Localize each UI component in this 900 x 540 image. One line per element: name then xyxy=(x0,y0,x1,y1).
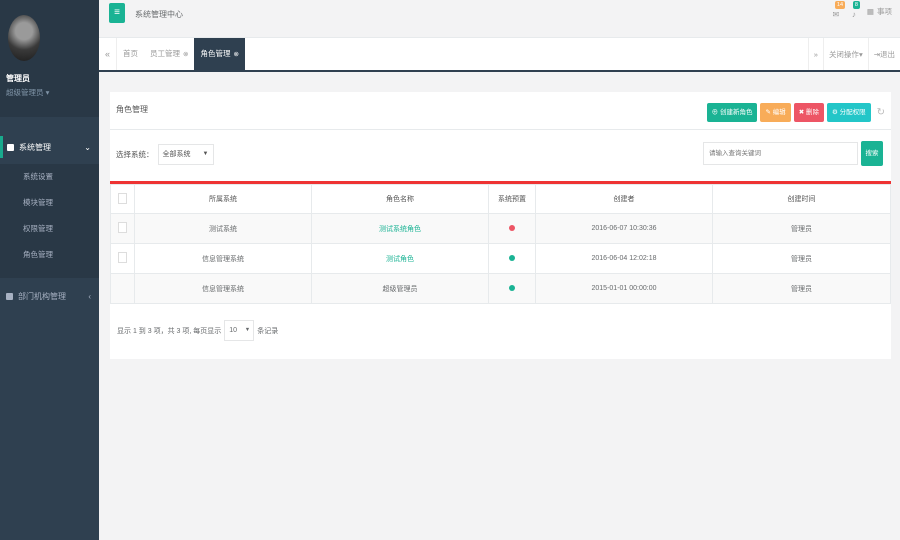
pager-summary: 显示 1 到 3 项，共 3 项, 每页显示 xyxy=(117,327,222,335)
page-size-select[interactable]: 10 ▼ xyxy=(224,320,255,341)
assign-permissions-button[interactable]: ⚙ 分配权限 xyxy=(826,103,871,122)
nav-group-system[interactable]: 系统管理 ⌄ xyxy=(0,136,99,158)
nav-group-departments[interactable]: 部门机构管理 ‹ xyxy=(0,285,99,307)
refresh-icon[interactable]: ↻ xyxy=(877,107,885,118)
created-time-cell: 管理员 xyxy=(712,213,891,244)
table-header-row: 所属系统 角色名称 系统预置 创建者 创建时间 xyxy=(110,184,891,214)
roles-table: 所属系统 角色名称 系统预置 创建者 创建时间 测试系统 测试系统角色 2016… xyxy=(110,181,891,304)
preset-cell xyxy=(488,243,536,274)
sidebar-item-roles[interactable]: 角色管理 xyxy=(0,242,99,268)
row-checkbox[interactable] xyxy=(118,222,127,233)
creator-cell: 2016-06-07 10:30:36 xyxy=(535,213,713,244)
chevron-left-icon: ‹ xyxy=(88,291,91,301)
system-cell: 信息管理系统 xyxy=(134,243,312,274)
pager-suffix: 条记录 xyxy=(257,327,279,335)
search-input[interactable] xyxy=(703,142,858,165)
sidebar-item-modules[interactable]: 模块管理 xyxy=(0,190,99,216)
creator-cell: 2015-01-01 00:00:00 xyxy=(535,273,713,304)
mail-icon[interactable]: ✉ 14 xyxy=(831,1,846,19)
role-link[interactable]: 测试角色 xyxy=(386,256,414,263)
edit-button[interactable]: ✎ 编辑 xyxy=(760,103,791,122)
sidebar-item-system-settings[interactable]: 系统设置 xyxy=(0,164,99,190)
system-select[interactable]: 全部系统 ▼ xyxy=(157,144,214,165)
preset-cell xyxy=(488,273,536,304)
role-name-cell: 测试系统角色 xyxy=(311,213,489,244)
row-checkbox[interactable] xyxy=(118,252,127,263)
system-filter: 选择系统： 全部系统 ▼ xyxy=(116,144,214,165)
pagination-info: 显示 1 到 3 项，共 3 项, 每页显示 10 ▼ 条记录 xyxy=(117,320,278,341)
grid-icon: ▦ xyxy=(866,6,874,16)
table-row[interactable]: 测试系统 测试系统角色 2016-06-07 10:30:36 管理员 xyxy=(110,213,891,244)
top-right-tools: ✉ 14 ♪ 8 ▦ 事项 xyxy=(831,1,892,19)
toolbar: ⊕ 创建新角色 ✎ 编辑 ✖ 删除 ⚙ 分配权限 ↻ xyxy=(706,103,885,122)
column-header[interactable]: 系统预置 xyxy=(488,184,536,214)
close-tab-icon[interactable]: ⊗ xyxy=(233,51,238,58)
create-role-button[interactable]: ⊕ 创建新角色 xyxy=(706,103,758,122)
column-header[interactable]: 角色名称 xyxy=(311,184,489,214)
tab-employees[interactable]: 员工管理 ⊗ xyxy=(144,38,194,70)
site-title: 系统管理中心 xyxy=(135,10,183,19)
filter-label: 选择系统： xyxy=(116,150,154,159)
tab-scroll-left-icon[interactable]: « xyxy=(99,38,117,70)
top-navbar: ≡ 系统管理中心 ✉ 14 ♪ 8 ▦ 事项 xyxy=(99,0,900,38)
sidebar-item-permissions[interactable]: 权限管理 xyxy=(0,216,99,242)
tab-bar: « 首页 员工管理 ⊗ 角色管理 ⊗ » 关闭操作 ▾ ⇥ 退出 xyxy=(99,38,900,72)
sidebar: 管理员 超级管理员 ▾ 系统管理 ⌄ 系统设置 模块管理 权限管理 角色管理 部… xyxy=(0,0,99,540)
chevron-down-icon: ▼ xyxy=(244,327,251,333)
avatar[interactable] xyxy=(8,15,40,61)
role-link[interactable]: 测试系统角色 xyxy=(379,226,421,233)
select-all-checkbox[interactable] xyxy=(118,192,127,204)
bell-badge: 8 xyxy=(852,1,860,9)
role-management-panel: 角色管理 ⊕ 创建新角色 ✎ 编辑 ✖ 删除 ⚙ 分配权限 ↻ 选择系统： 全部… xyxy=(110,92,891,359)
column-header[interactable]: 所属系统 xyxy=(134,184,312,214)
table-row[interactable]: 信息管理系统 超级管理员 2015-01-01 00:00:00 管理员 xyxy=(110,273,891,304)
close-ops-dropdown[interactable]: 关闭操作 ▾ xyxy=(822,38,868,70)
chevron-down-icon: ▼ xyxy=(202,151,209,157)
row-checkbox-cell[interactable] xyxy=(110,213,135,244)
nav-group-label: 系统管理 xyxy=(19,142,51,152)
close-tab-icon[interactable]: ⊗ xyxy=(183,51,188,58)
tab-right-tools: » 关闭操作 ▾ ⇥ 退出 xyxy=(807,38,900,70)
status-dot xyxy=(509,254,515,261)
profile-panel: 管理员 超级管理员 ▾ xyxy=(0,0,99,117)
user-name[interactable]: 管理员 xyxy=(6,73,93,84)
system-submenu: 系统设置 模块管理 权限管理 角色管理 xyxy=(0,164,99,278)
tab-roles[interactable]: 角色管理 ⊗ xyxy=(194,38,245,70)
select-all-cell[interactable] xyxy=(110,184,135,214)
preset-cell xyxy=(488,213,536,244)
delete-button[interactable]: ✖ 删除 xyxy=(793,103,824,122)
tab-scroll-right-icon[interactable]: » xyxy=(807,38,823,70)
status-dot xyxy=(509,284,515,291)
building-icon xyxy=(6,292,13,300)
chevron-down-icon: ⌄ xyxy=(84,142,91,152)
mail-badge: 14 xyxy=(834,1,846,9)
panel-header: 角色管理 ⊕ 创建新角色 ✎ 编辑 ✖ 删除 ⚙ 分配权限 ↻ xyxy=(110,92,891,130)
row-checkbox-cell xyxy=(110,273,135,304)
desktop-icon xyxy=(7,143,14,151)
menu-toggle-button[interactable]: ≡ xyxy=(109,3,125,23)
nav-group-label: 部门机构管理 xyxy=(18,291,66,301)
role-name-cell: 测试角色 xyxy=(311,243,489,274)
created-time-cell: 管理员 xyxy=(712,273,891,304)
bell-icon[interactable]: ♪ 8 xyxy=(849,1,860,19)
logout-button[interactable]: ⇥ 退出 xyxy=(867,38,900,70)
table-row[interactable]: 信息管理系统 测试角色 2016-06-04 12:02:18 管理员 xyxy=(110,243,891,274)
tab-home[interactable]: 首页 xyxy=(117,38,144,70)
created-time-cell: 管理员 xyxy=(712,243,891,274)
tabs: 首页 员工管理 ⊗ 角色管理 ⊗ xyxy=(117,38,245,70)
theme-link[interactable]: ▦ 事项 xyxy=(867,6,892,17)
status-dot xyxy=(509,224,515,231)
system-cell: 信息管理系统 xyxy=(134,273,312,304)
creator-cell: 2016-06-04 12:02:18 xyxy=(535,243,713,274)
role-name-cell: 超级管理员 xyxy=(311,273,489,304)
search-button[interactable]: 搜索 xyxy=(861,141,883,166)
user-role-dropdown[interactable]: 超级管理员 ▾ xyxy=(6,87,93,98)
system-cell: 测试系统 xyxy=(134,213,312,244)
row-checkbox-cell[interactable] xyxy=(110,243,135,274)
column-header[interactable]: 创建者 xyxy=(535,184,713,214)
page-title: 角色管理 xyxy=(116,105,148,114)
column-header[interactable]: 创建时间 xyxy=(712,184,891,214)
